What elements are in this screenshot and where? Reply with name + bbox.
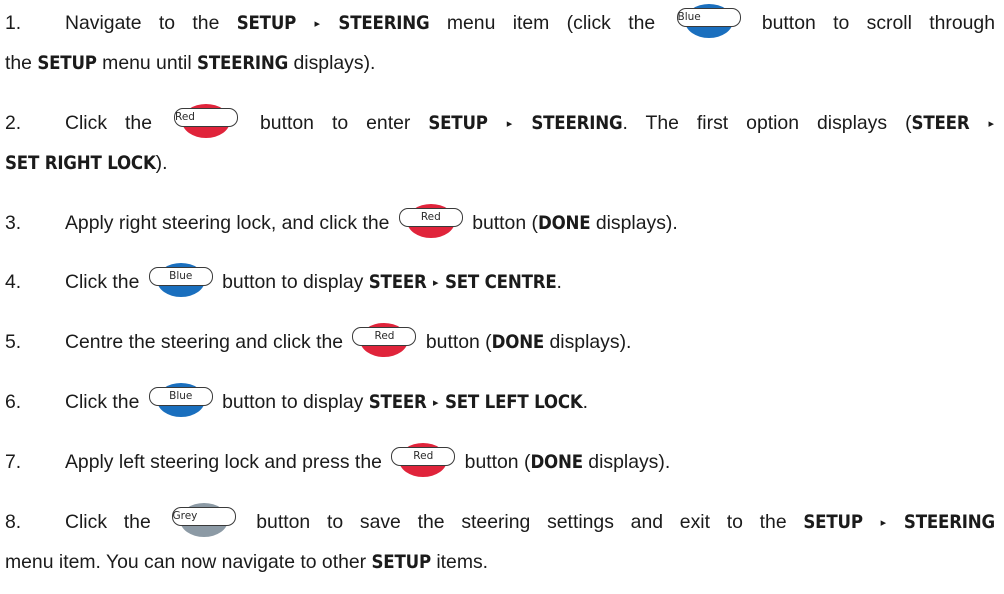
step-number: 3. [5, 212, 22, 234]
button-label: Grey [171, 507, 236, 526]
button-label: Red [174, 108, 238, 127]
step-2-line-2: SET RIGHT LOCK). [5, 143, 995, 184]
step-text: Click the [65, 271, 145, 293]
step-text: Click the [65, 511, 168, 533]
step-text: button to display [216, 271, 369, 293]
step-text: menu item (click the [429, 12, 673, 34]
blue-button-icon: Blue [676, 4, 741, 38]
menu-keyword: SETUP [803, 512, 863, 533]
step-text: Click the [65, 391, 145, 413]
menu-keyword: SETUP [236, 13, 297, 34]
button-label: Red [391, 447, 456, 466]
step-text: Centre the steering and click the [65, 331, 349, 353]
step-text: button to enter [242, 112, 429, 134]
menu-keyword: STEERING [197, 53, 289, 74]
menu-keyword: SET RIGHT LOCK [5, 153, 156, 174]
menu-arrow-icon: ▸ [314, 18, 321, 30]
step-text: . [556, 271, 562, 293]
button-label: Red [352, 327, 417, 346]
menu-arrow-icon: ▸ [988, 118, 994, 130]
step-number: 2. [5, 112, 22, 134]
step-text: button to save the steering settings and… [239, 511, 804, 533]
step-text: displays). [288, 52, 376, 74]
red-button-icon: Red [352, 323, 417, 357]
button-label: Blue [148, 267, 213, 286]
menu-keyword: STEER [368, 272, 427, 293]
step-text: button to scroll through [744, 12, 995, 34]
menu-keyword: STEER [911, 113, 970, 134]
step-text: displays). [590, 212, 678, 234]
step-text: button to display [216, 391, 369, 413]
step-number: 8. [5, 511, 22, 533]
step-1-line-2: the SETUP menu until STEERING displays). [5, 43, 995, 84]
menu-keyword: SET LEFT LOCK [444, 392, 583, 413]
step-2-line-1: 2. Click the Red button to enter SETUP ▸ … [5, 103, 995, 146]
menu-keyword: STEERING [531, 113, 623, 134]
menu-keyword: STEERING [903, 512, 995, 533]
menu-arrow-icon: ▸ [433, 397, 439, 409]
status-keyword: DONE [530, 452, 583, 473]
step-text: displays). [582, 451, 671, 473]
menu-keyword: SETUP [37, 53, 97, 74]
step-4: 4. Click the Blue button to display STEER… [5, 262, 995, 305]
menu-keyword: SET CENTRE [444, 272, 557, 293]
step-text: . [582, 391, 588, 413]
step-8-line-1: 8. Click the Grey button to save the stee… [5, 502, 995, 545]
step-text: . The first option displays ( [622, 112, 912, 134]
step-7: 7. Apply left steering lock and press the… [5, 442, 995, 483]
blue-button-icon: Blue [148, 263, 213, 297]
blue-button-icon: Blue [148, 383, 213, 417]
step-text: Click the [65, 112, 170, 134]
step-number: 1. [5, 12, 22, 34]
status-keyword: DONE [491, 332, 545, 353]
step-text: Apply left steering lock and press the [65, 451, 388, 473]
step-text: menu until [96, 52, 198, 74]
menu-keyword: SETUP [371, 552, 432, 573]
menu-keyword: STEERING [338, 13, 430, 34]
menu-keyword: SETUP [428, 113, 488, 134]
step-3: 3. Apply right steering lock, and click t… [5, 203, 995, 244]
step-text: button ( [466, 212, 538, 234]
menu-arrow-icon: ▸ [433, 277, 439, 289]
menu-keyword: STEER [368, 392, 427, 413]
step-text: Apply right steering lock, and click the [65, 212, 395, 234]
step-6: 6. Click the Blue button to display STEER… [5, 382, 995, 425]
button-label: Blue [148, 387, 213, 406]
step-text: menu item. You can now navigate to other [5, 551, 372, 573]
step-text: ). [155, 152, 168, 174]
status-keyword: DONE [537, 213, 591, 234]
button-label: Blue [676, 8, 741, 27]
step-text: displays). [544, 331, 632, 353]
button-label: Red [398, 208, 463, 227]
menu-arrow-icon: ▸ [880, 517, 887, 529]
step-text: Navigate to the [65, 12, 237, 34]
step-text: the [5, 52, 38, 74]
step-number: 5. [5, 331, 22, 353]
step-number: 6. [5, 391, 22, 413]
step-text: items. [430, 551, 489, 573]
step-number: 7. [5, 451, 22, 473]
grey-button-icon: Grey [171, 503, 236, 537]
red-button-icon: Red [391, 443, 456, 477]
step-text: button ( [459, 451, 531, 473]
step-text: button ( [420, 331, 492, 353]
step-1-line-1: 1. Navigate to the SETUP ▸ STEERING menu … [5, 3, 995, 46]
step-number: 4. [5, 271, 22, 293]
step-8-line-2: menu item. You can now navigate to other… [5, 542, 995, 583]
red-button-icon: Red [398, 204, 463, 238]
red-button-icon: Red [174, 104, 238, 138]
menu-arrow-icon: ▸ [506, 118, 513, 130]
step-5: 5. Centre the steering and click the Red … [5, 322, 995, 363]
